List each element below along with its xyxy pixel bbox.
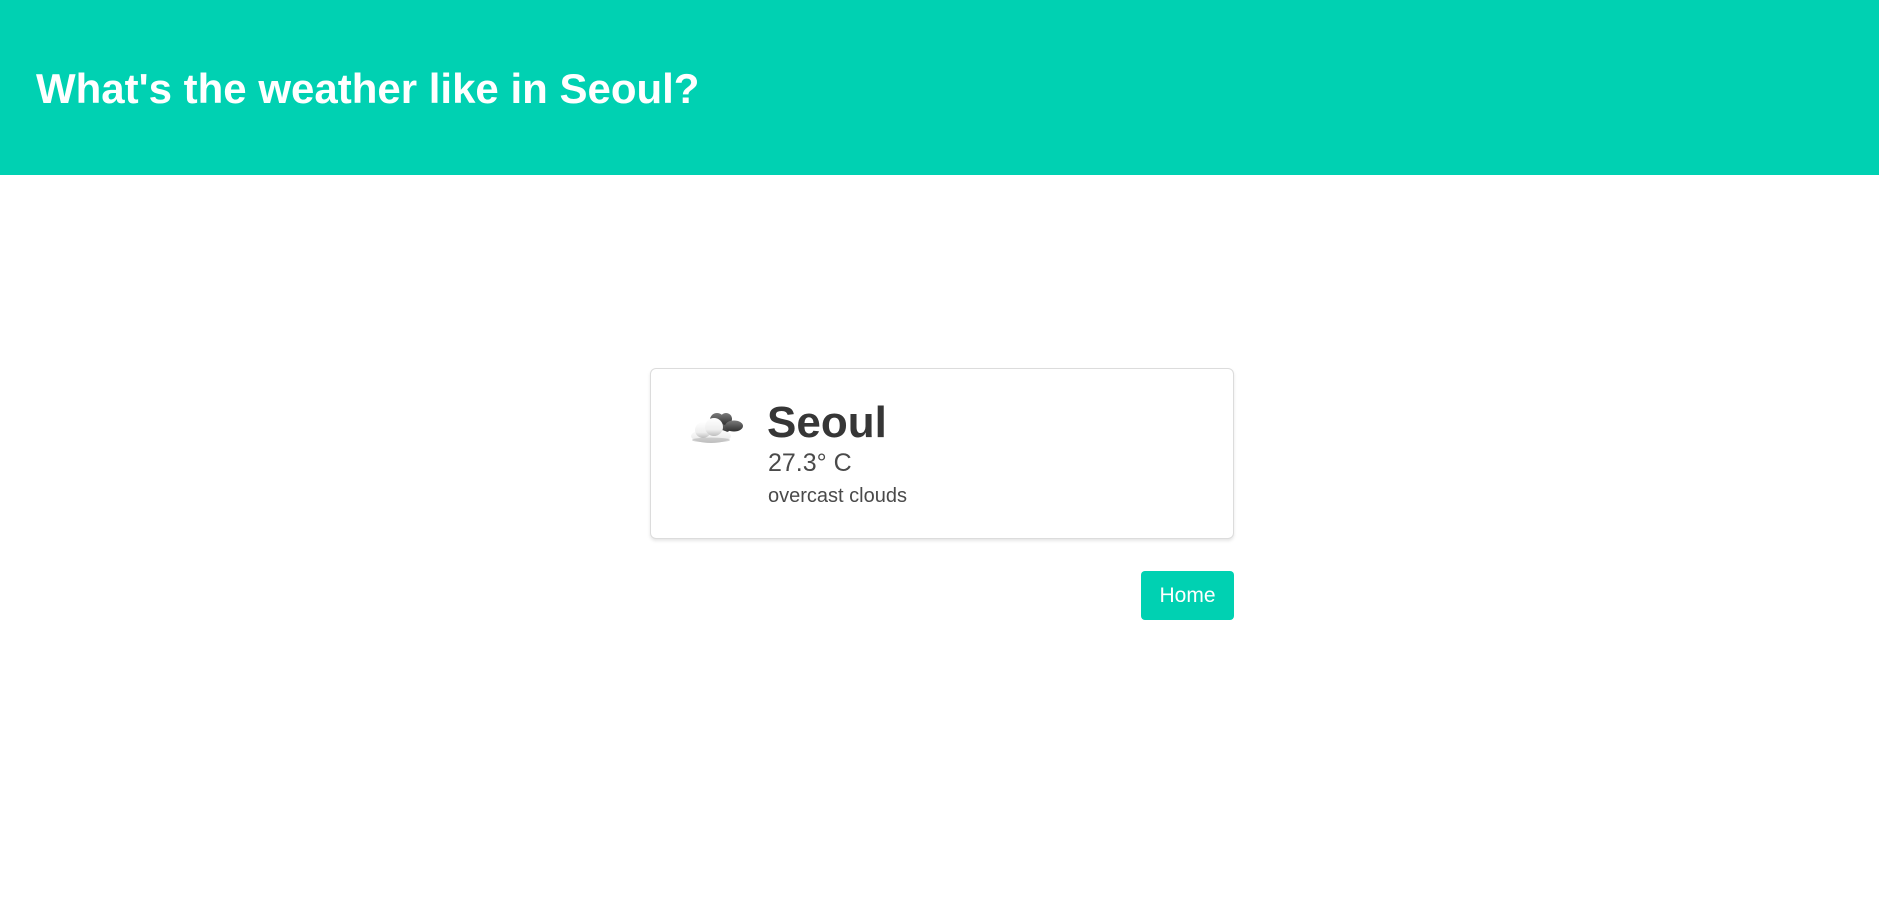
city-name: Seoul	[767, 398, 887, 447]
weather-card: Seoul 27.3° C overcast clouds	[650, 368, 1234, 539]
overcast-clouds-icon	[685, 405, 745, 449]
home-button[interactable]: Home	[1141, 571, 1234, 620]
page-title: What's the weather like in Seoul?	[36, 65, 700, 112]
temperature-value: 27.3° C	[768, 449, 852, 477]
hero-header: What's the weather like in Seoul?	[0, 0, 1879, 175]
weather-description: overcast clouds	[768, 485, 907, 507]
